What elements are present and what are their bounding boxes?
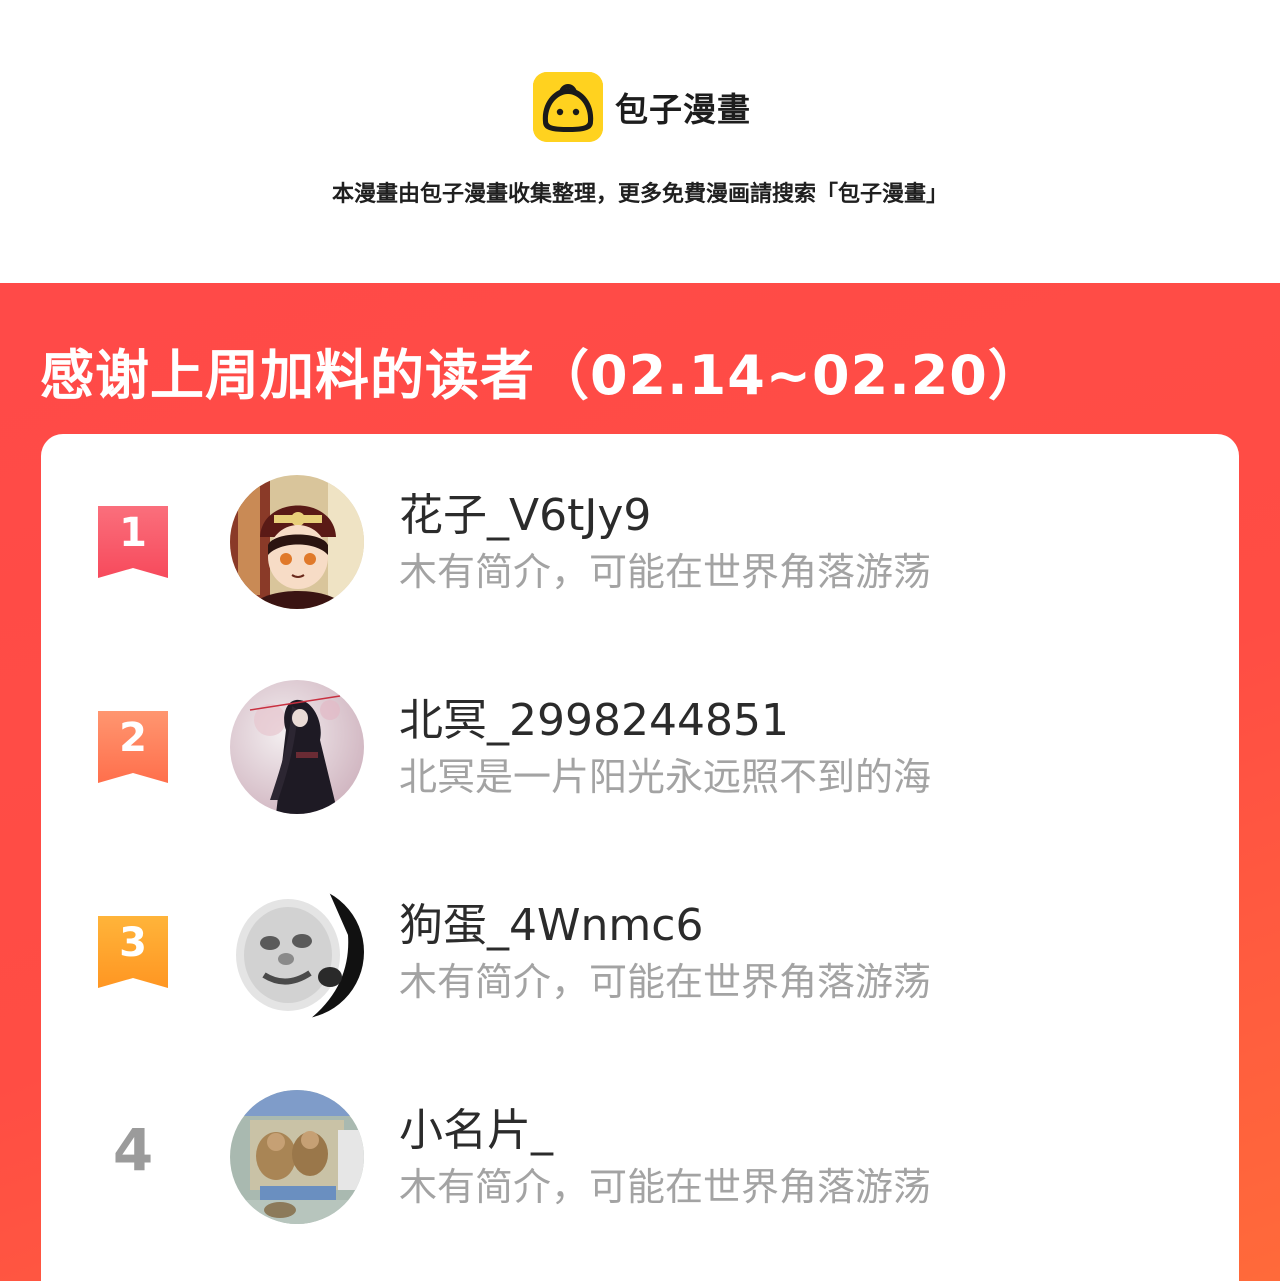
brand-header: 包子漫畫 [533, 72, 751, 142]
reader-name[interactable]: 小名片_ [399, 1094, 553, 1158]
source-notice: 本漫畫由包子漫畫收集整理，更多免費漫画請搜索「包子漫畫」 [331, 182, 948, 207]
rank-number: 2 [119, 715, 147, 761]
reader-row[interactable]: 4 小名片_ 木有简介，可能在世界角落游荡 [41, 1090, 1239, 1230]
reader-bio: 木有简介，可能在世界角落游荡 [399, 1165, 932, 1209]
panel-title: 感谢上周加料的读者（02.14~02.20） [40, 344, 1043, 407]
reader-row[interactable]: 1 花子_V6tJy9 木有简介，可能在世界角落游荡 [41, 475, 1239, 615]
avatar[interactable] [230, 885, 364, 1019]
reader-bio: 木有简介，可能在世界角落游荡 [399, 550, 932, 594]
reader-name[interactable]: 花子_V6tJy9 [399, 479, 651, 543]
reader-bio: 北冥是一片阳光永远照不到的海 [399, 755, 932, 799]
avatar[interactable] [230, 475, 364, 609]
reader-bio: 木有简介，可能在世界角落游荡 [399, 960, 932, 1004]
rank-number: 4 [112, 1116, 154, 1184]
reader-name[interactable]: 北冥_2998244851 [399, 684, 789, 748]
brand-name: 包子漫畫 [615, 90, 751, 129]
avatar[interactable] [230, 1090, 364, 1224]
thanks-panel: 感谢上周加料的读者（02.14~02.20） 1 花子_V6tJy9 木有简介，… [0, 283, 1280, 1281]
bun-logo-icon [533, 72, 603, 142]
readers-card: 1 花子_V6tJy9 木有简介，可能在世界角落游荡 2 北冥_29982448… [41, 434, 1239, 1281]
page: 包子漫畫 本漫畫由包子漫畫收集整理，更多免費漫画請搜索「包子漫畫」 感谢上周加料… [0, 0, 1280, 1281]
reader-row[interactable]: 2 北冥_2998244851 北冥是一片阳光永远照不到的海 [41, 680, 1239, 820]
rank-number: 1 [119, 510, 147, 556]
rank-ribbon-icon: 1 [98, 506, 168, 580]
reader-name[interactable]: 狗蛋_4Wnmc6 [399, 889, 703, 953]
reader-row[interactable]: 3 狗蛋_4Wnmc6 木有简介，可能在世界角落游荡 [41, 885, 1239, 1025]
rank-ribbon-icon: 3 [98, 916, 168, 990]
avatar[interactable] [230, 680, 364, 814]
rank-number: 3 [119, 920, 147, 966]
rank-ribbon-icon: 2 [98, 711, 168, 785]
